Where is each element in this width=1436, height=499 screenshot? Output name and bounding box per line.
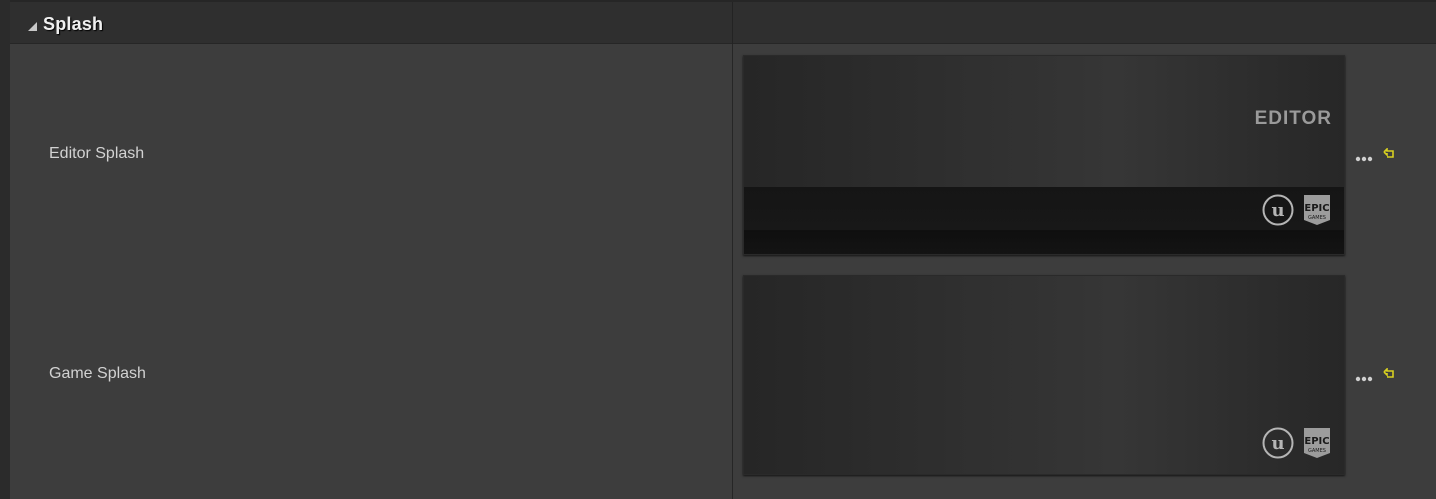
editor-splash-thumbnail[interactable]: EDITOR u EPIC GAMES: [743, 55, 1345, 255]
editor-splash-logos: u EPIC GAMES: [1262, 193, 1332, 227]
column-divider[interactable]: [732, 44, 733, 499]
details-panel: Splash Editor Splash EDITOR u EPIC GAMES: [0, 0, 1436, 499]
game-splash-thumbnail[interactable]: u EPIC GAMES: [743, 275, 1345, 475]
engine-logo-letter: u: [1271, 433, 1284, 454]
publisher-logo-top: EPIC: [1304, 436, 1329, 447]
game-splash-label: Game Splash: [49, 365, 146, 382]
engine-logo-letter: u: [1271, 200, 1284, 221]
game-splash-logos: u EPIC GAMES: [1262, 426, 1332, 460]
editor-splash-label: Editor Splash: [49, 145, 145, 162]
publisher-logo-bottom: GAMES: [1308, 215, 1326, 221]
editor-splash-overlay-text: EDITOR: [1254, 108, 1332, 129]
publisher-logo-bottom: GAMES: [1308, 448, 1326, 454]
section-title: Splash: [43, 14, 104, 34]
section-expander[interactable]: Splash: [28, 14, 103, 35]
editor-splash-browse-ellipsis-icon[interactable]: [1355, 155, 1373, 163]
publisher-logo-top: EPIC: [1304, 203, 1329, 214]
collapse-triangle-icon[interactable]: [28, 21, 37, 31]
epic-games-logo-icon: EPIC GAMES: [1304, 195, 1330, 225]
unreal-engine-logo-icon: u: [1262, 194, 1294, 226]
left-gutter: [0, 0, 10, 499]
unreal-engine-logo-icon: u: [1262, 427, 1294, 459]
epic-games-logo-icon: EPIC GAMES: [1304, 428, 1330, 458]
editor-splash-bottom-band: [744, 187, 1344, 254]
header-column-divider[interactable]: [732, 2, 733, 44]
splash-section-header[interactable]: Splash: [10, 2, 1436, 44]
game-splash-browse-ellipsis-icon[interactable]: [1355, 375, 1373, 383]
editor-splash-reset-arrow-icon[interactable]: [1383, 148, 1395, 160]
game-splash-reset-arrow-icon[interactable]: [1383, 368, 1395, 380]
